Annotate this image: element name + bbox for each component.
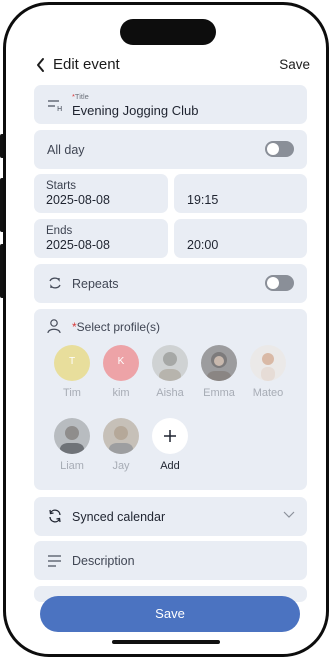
profile-jay[interactable]: Jay — [101, 418, 141, 472]
sync-icon — [49, 509, 61, 523]
ends-date-field[interactable]: Ends 2025-08-08 — [34, 219, 168, 258]
profile-name: Mateo — [252, 387, 284, 399]
synced-calendar-row[interactable]: Synced calendar — [34, 497, 307, 536]
description-icon — [48, 555, 61, 567]
avatar: T — [54, 345, 90, 381]
profile-mateo[interactable]: Mateo — [248, 345, 288, 399]
add-label: Add — [160, 460, 180, 472]
avatar-photo — [201, 345, 237, 381]
ends-date: 2025-08-08 — [46, 238, 110, 252]
avatar-photo — [152, 345, 188, 381]
profile-tim[interactable]: T Tim — [52, 345, 92, 399]
avatar-initial: K — [117, 356, 125, 367]
profile-aisha[interactable]: Aisha — [150, 345, 190, 399]
title-field-caption: *Title — [72, 92, 89, 101]
repeats-toggle[interactable] — [265, 275, 294, 291]
profile-name: Aisha — [156, 387, 184, 399]
title-field-value: Evening Jogging Club — [72, 103, 199, 118]
profiles-label: Select profile(s) — [76, 320, 161, 334]
avatar-initial: T — [68, 356, 76, 367]
avatar-photo — [103, 418, 139, 454]
starts-date-field[interactable]: Starts 2025-08-08 — [34, 174, 168, 213]
title-field-label: Title — [74, 92, 89, 101]
chevron-down-icon — [283, 511, 295, 518]
repeat-icon — [49, 277, 61, 289]
ends-label: Ends — [46, 225, 73, 237]
repeats-label: Repeats — [72, 277, 119, 291]
title-field[interactable]: H *Title Evening Jogging Club — [34, 85, 307, 124]
all-day-row: All day — [34, 130, 307, 169]
avatar-photo — [250, 345, 286, 381]
svg-text:H: H — [57, 105, 62, 112]
plus-icon — [164, 430, 176, 442]
page-title: Edit event — [53, 56, 120, 73]
profile-name: Liam — [60, 460, 84, 472]
avatar-photo — [54, 418, 90, 454]
profiles-caption: *Select profile(s) — [72, 320, 160, 334]
profile-emma[interactable]: Emma — [199, 345, 239, 399]
starts-time-field[interactable]: 19:15 — [174, 174, 307, 213]
starts-date: 2025-08-08 — [46, 193, 110, 207]
title-icon: H — [48, 100, 62, 112]
header-save-button[interactable]: Save — [279, 57, 310, 72]
ends-time-field[interactable]: 20:00 — [174, 219, 307, 258]
all-day-toggle[interactable] — [265, 141, 294, 157]
add-circle — [152, 418, 188, 454]
starts-label: Starts — [46, 180, 77, 192]
profile-name: Tim — [63, 387, 81, 399]
back-chevron-icon[interactable] — [35, 57, 47, 73]
repeats-row: Repeats — [34, 264, 307, 303]
home-indicator — [112, 640, 220, 644]
synced-calendar-label: Synced calendar — [72, 510, 166, 524]
all-day-label: All day — [47, 143, 85, 157]
person-icon — [47, 319, 61, 334]
profiles-section: *Select profile(s) T Tim K kim Aisha Emm… — [34, 309, 307, 490]
starts-time: 19:15 — [187, 193, 219, 207]
profile-kim[interactable]: K kim — [101, 345, 141, 399]
profile-liam[interactable]: Liam — [52, 418, 92, 472]
dynamic-island — [120, 19, 216, 45]
profile-name: Jay — [112, 460, 130, 472]
ends-time: 20:00 — [187, 238, 219, 252]
profile-name: kim — [112, 387, 130, 399]
header: Edit event Save — [0, 56, 334, 76]
description-label: Description — [72, 554, 135, 568]
description-field[interactable]: Description — [34, 541, 307, 580]
avatar: K — [103, 345, 139, 381]
add-profile-button[interactable]: Add — [150, 418, 190, 472]
profile-name: Emma — [203, 387, 235, 399]
save-button[interactable]: Save — [40, 596, 300, 632]
